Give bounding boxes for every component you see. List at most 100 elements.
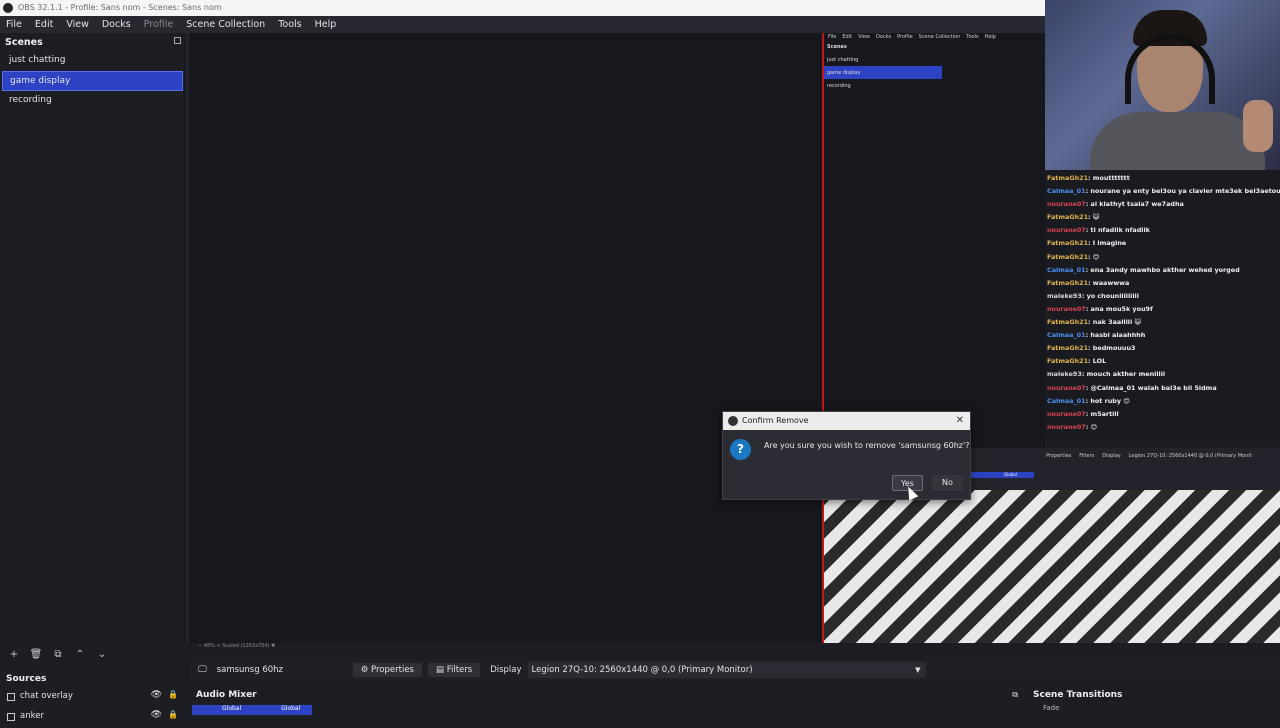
obs-logo-icon <box>3 3 13 13</box>
nested-menu-tools: Tools <box>966 34 979 40</box>
nested-menu-edit: Edit <box>842 34 853 40</box>
chat-text: : waawwwa <box>1088 278 1130 287</box>
dialog-title: Confirm Remove <box>742 416 809 425</box>
display-select-value: Legion 27Q-10: 2560x1440 @ 0,0 (Primary … <box>531 665 753 675</box>
scene-item-game-display[interactable]: game display <box>2 71 183 91</box>
close-icon[interactable]: ✕ <box>956 412 964 430</box>
chat-message: nourane07: m5artill <box>1047 408 1280 421</box>
dialog-message: Are you sure you wish to remove 'samsuns… <box>764 441 970 450</box>
eye-icon[interactable]: 👁 <box>151 710 162 720</box>
chat-message: nourane07: @Calmaa_01 walah bal3e bil 5i… <box>1047 382 1280 395</box>
selected-source-name: samsunsg 60hz <box>216 665 283 675</box>
nested-menu-scene-collection: Scene Collection <box>918 34 961 40</box>
filter-icon[interactable]: ⧉ <box>48 649 68 660</box>
chat-username: nourane07 <box>1047 422 1086 431</box>
source-item-anker[interactable]: anker 👁 🔒 <box>0 708 188 728</box>
move-down-icon[interactable]: ⌄ <box>92 649 112 660</box>
chat-message: Calmaa_01: hasbi alaahhhh <box>1047 329 1280 342</box>
chat-overlay: FatmaGh21: mouttttttt Calmaa_01: nourane … <box>1045 170 1280 440</box>
move-up-icon[interactable]: ⌃ <box>70 649 90 660</box>
chat-username: Calmaa_01 <box>1047 187 1086 196</box>
confirm-remove-dialog: Confirm Remove ✕ ? Are you sure you wish… <box>722 411 971 500</box>
mixer-global-row: Global Global <box>192 705 312 715</box>
undock-icon[interactable] <box>174 37 181 44</box>
menu-bar: File Edit View Docks Profile Scene Colle… <box>0 16 1045 33</box>
chat-message: maleke93: yo chouniiiiiiiii <box>1047 290 1280 303</box>
chat-message: nourane07: ana mou5k you9f <box>1047 303 1280 316</box>
chat-username: nourane07 <box>1047 409 1086 418</box>
audio-mixer-dock: Audio Mixer ⧉ Global Global <box>190 686 1024 720</box>
chat-message: FatmaGh21: waawwwa <box>1047 277 1280 290</box>
menu-view[interactable]: View <box>66 19 89 30</box>
chat-message: nourane07: ti nfadlik nfadlik <box>1047 224 1280 237</box>
window-title: OBS 32.1.1 - Profile: Sans nom - Scenes:… <box>18 3 222 12</box>
source-item-chat-overlay[interactable]: chat overlay 👁 🔒 <box>0 688 188 708</box>
menu-file[interactable]: File <box>6 19 22 30</box>
chat-message: FatmaGh21: 😺 <box>1047 211 1280 224</box>
chevron-down-icon: ▼ <box>915 666 921 674</box>
properties-label: Properties <box>371 665 414 675</box>
chat-username: FatmaGh21 <box>1047 239 1089 248</box>
trash-icon[interactable]: 🗑 <box>26 649 46 660</box>
nested-filters-label: Filters <box>1079 453 1095 459</box>
filters-button[interactable]: ▤ Filters <box>427 663 481 677</box>
chat-username: FatmaGh21 <box>1047 357 1089 366</box>
dialog-titlebar: Confirm Remove ✕ <box>723 412 970 430</box>
chat-text: : ana mou5k you9f <box>1085 304 1153 313</box>
transition-select[interactable]: Fade <box>1027 704 1280 712</box>
chat-message: Calmaa_01: hot ruby 😊 <box>1047 395 1280 408</box>
lock-icon[interactable]: 🔒 <box>168 710 178 719</box>
display-select[interactable]: Legion 27Q-10: 2560x1440 @ 0,0 (Primary … <box>527 662 926 678</box>
nested-scenes-title: Scenes <box>827 44 847 50</box>
display-label: Display <box>490 665 522 675</box>
scene-item-just-chatting[interactable]: just chatting <box>2 51 183 71</box>
chat-username: maleke93 <box>1047 370 1082 379</box>
chat-text: : al klathyt tsala7 we7adha <box>1085 200 1184 209</box>
source-toolbar: 🖵 samsunsg 60hz ⚙ Properties ▤ Filters D… <box>190 660 1280 680</box>
chat-message: FatmaGh21: mouttttttt <box>1047 172 1280 185</box>
undock-icon[interactable]: ⧉ <box>1012 690 1018 700</box>
menu-docks[interactable]: Docks <box>102 19 131 30</box>
chat-message: nourane07: 😊 <box>1047 421 1280 434</box>
chat-text: : 😊 <box>1085 422 1098 431</box>
chat-message: Calmaa_01: ena 3andy mawhbo akther wehed… <box>1047 264 1280 277</box>
add-scene-icon[interactable]: + <box>4 649 24 660</box>
menu-tools[interactable]: Tools <box>278 19 301 30</box>
chat-username: FatmaGh21 <box>1047 213 1089 222</box>
audio-mixer-title: Audio Mixer <box>196 690 257 700</box>
lock-icon[interactable]: 🔒 <box>168 690 178 699</box>
menu-edit[interactable]: Edit <box>35 19 53 30</box>
eye-icon[interactable]: 👁 <box>151 690 162 700</box>
properties-button[interactable]: ⚙ Properties <box>352 663 422 677</box>
source-label: chat overlay <box>20 691 73 701</box>
chat-username: FatmaGh21 <box>1047 174 1089 182</box>
scene-item-recording[interactable]: recording <box>2 91 183 111</box>
no-button[interactable]: No <box>932 475 963 491</box>
nested-scene-item: just chatting <box>827 57 859 63</box>
scenes-title-label: Scenes <box>5 37 43 48</box>
chat-text: : 😺 <box>1088 213 1100 222</box>
nested-scenes-list: Scenes just chatting game display record… <box>824 42 942 92</box>
browser-source-icon <box>7 693 15 701</box>
window-titlebar: OBS 32.1.1 - Profile: Sans nom - Scenes:… <box>0 0 1045 16</box>
menu-help[interactable]: Help <box>315 19 337 30</box>
scenes-dock: Scenes just chatting game display record… <box>0 33 188 643</box>
chat-text: : hasbi alaahhhh <box>1085 331 1146 340</box>
chat-message: FatmaGh21: bedmouuu3 <box>1047 342 1280 355</box>
chat-text: : mouch akther meniiiii <box>1081 370 1166 379</box>
chat-username: FatmaGh21 <box>1047 278 1089 287</box>
chat-username: maleke93 <box>1047 291 1082 300</box>
nested-display-label: Display <box>1102 453 1121 459</box>
chat-username: FatmaGh21 <box>1047 252 1089 261</box>
chat-text: : I imagine <box>1088 239 1127 248</box>
menu-profile[interactable]: Profile <box>144 19 174 30</box>
chat-message: FatmaGh21: I imagine <box>1047 237 1280 250</box>
chat-text: : nak 3aalllll 😺 <box>1088 318 1142 327</box>
menu-scene-collection[interactable]: Scene Collection <box>186 19 265 30</box>
chat-message: FatmaGh21: LOL <box>1047 355 1280 368</box>
chat-text: : @Calmaa_01 walah bal3e bil 5idma <box>1085 383 1217 392</box>
scenes-dock-title: Scenes <box>0 33 187 51</box>
sources-dock: Sources chat overlay 👁 🔒 anker 👁 🔒 <box>0 670 188 721</box>
nested-scene-item: game display <box>824 66 942 79</box>
preview-zoom-footer[interactable]: − 48% + Scaled (1262x704) ▼ <box>190 643 1045 652</box>
